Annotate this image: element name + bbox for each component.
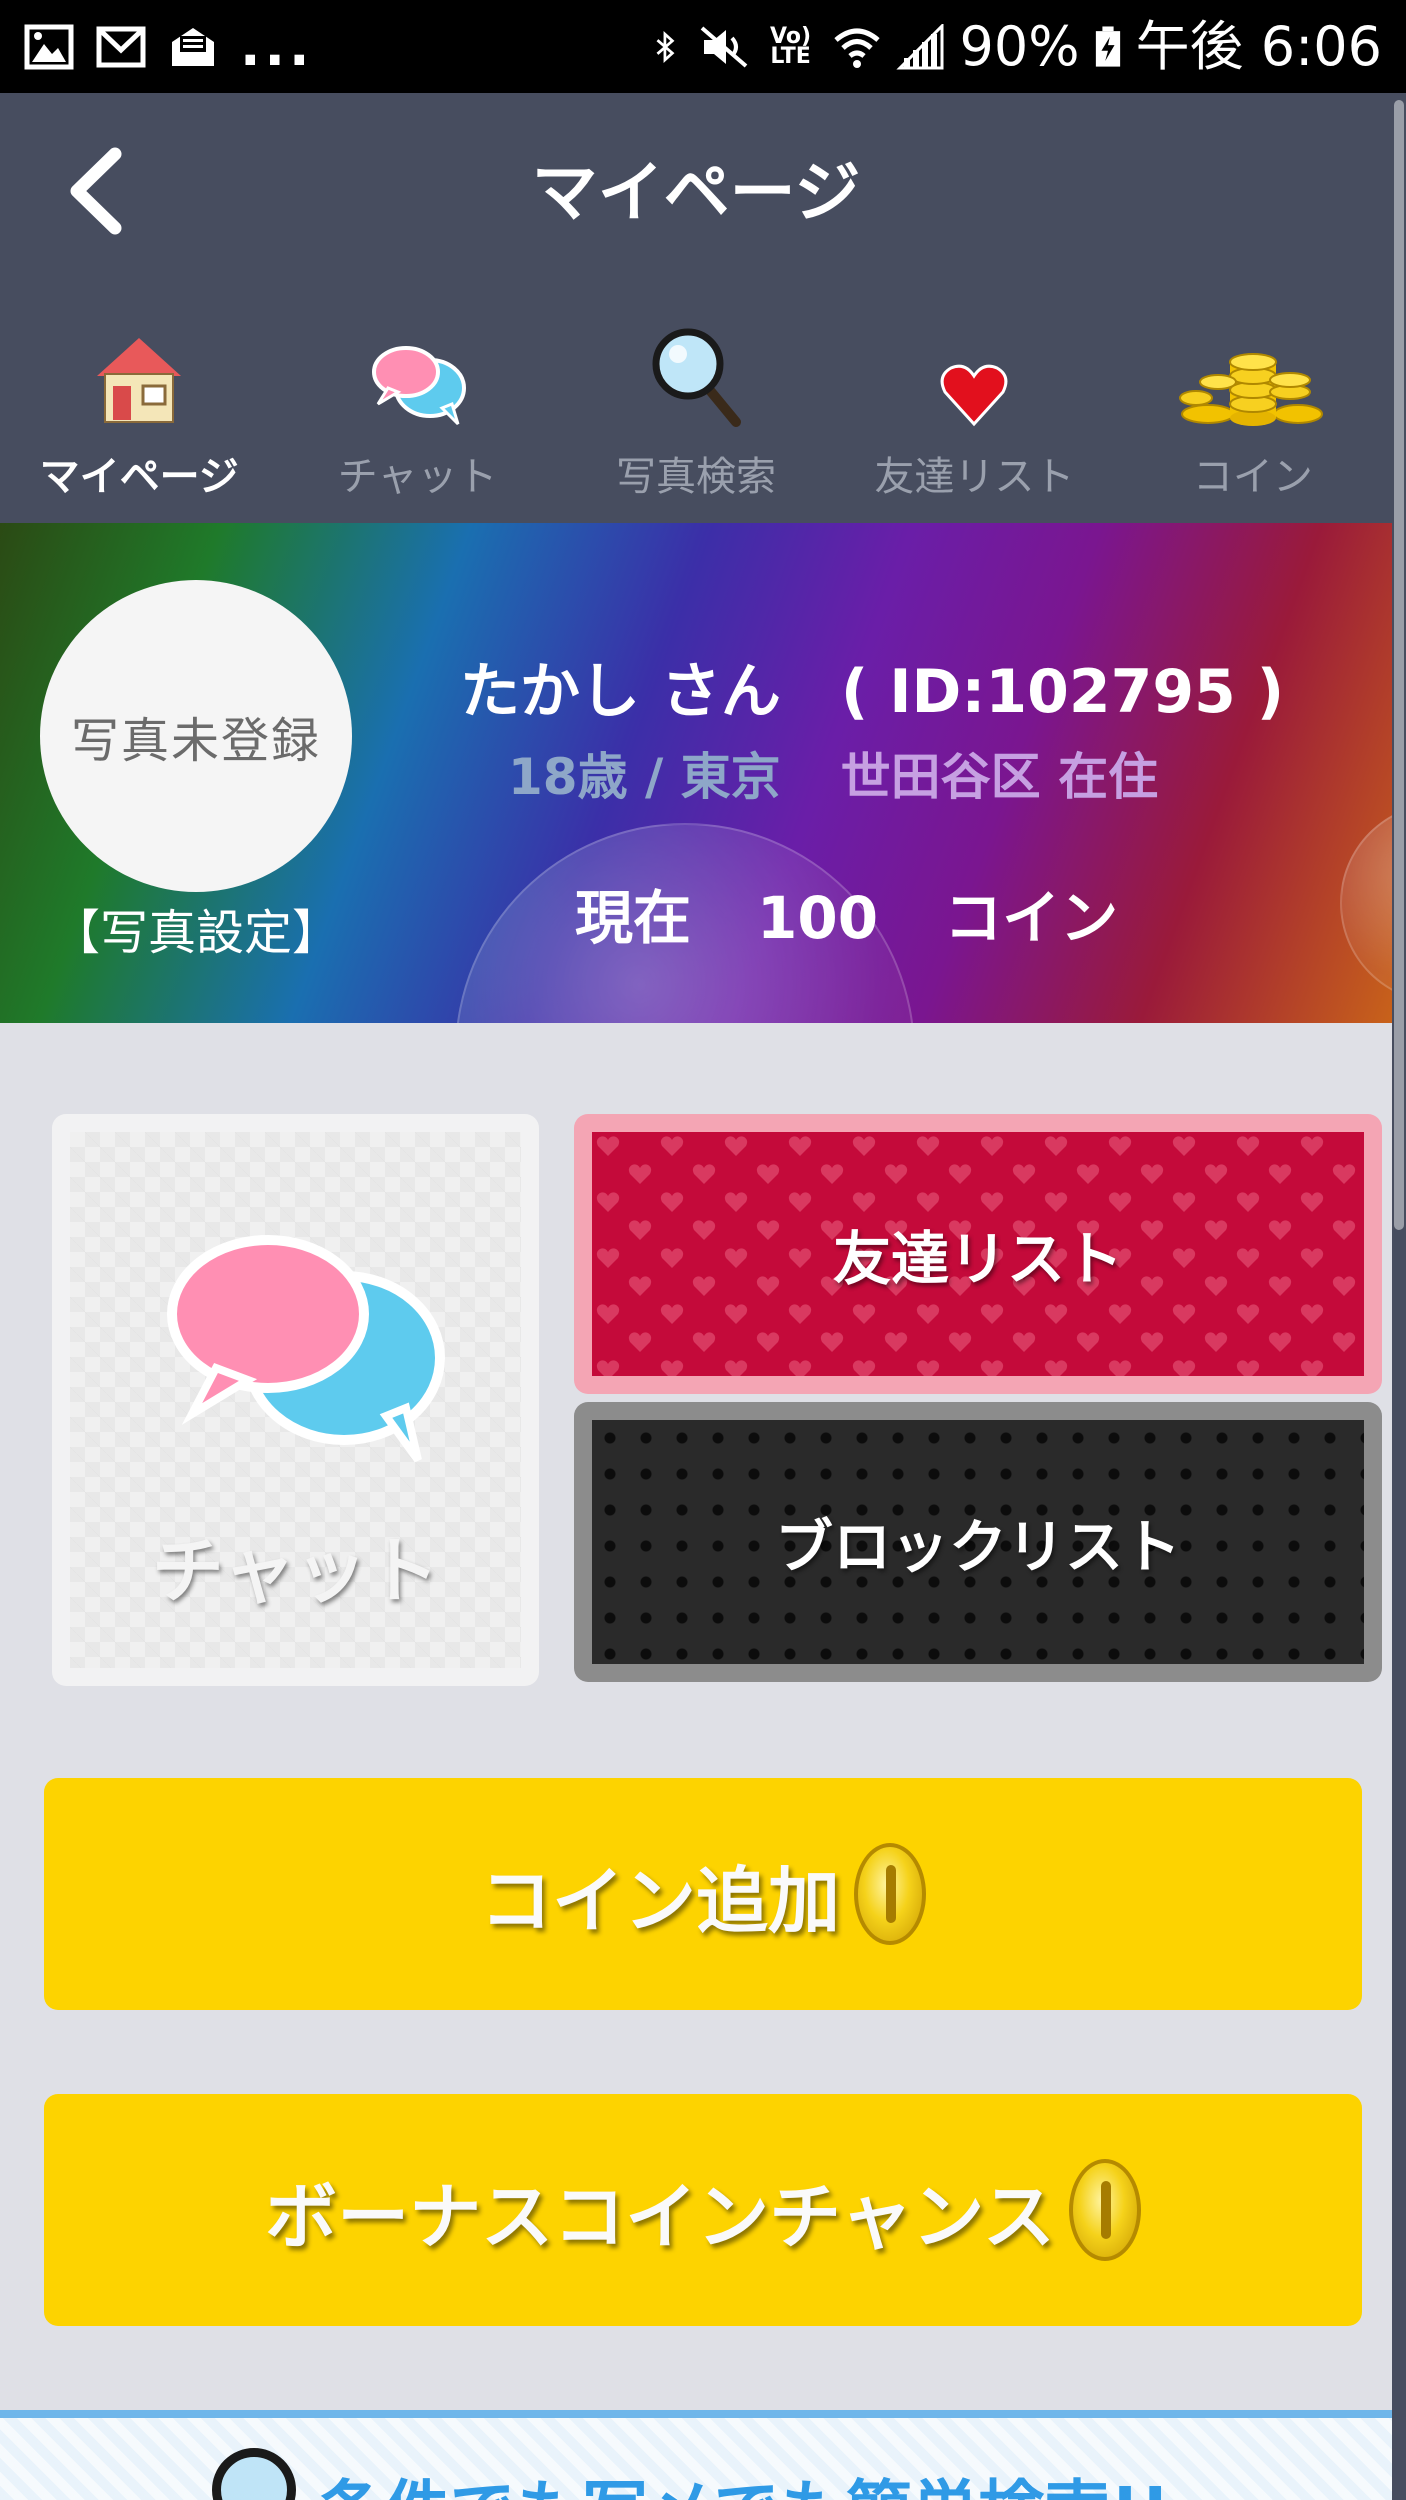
tab-label: 写真検索: [616, 454, 777, 500]
magnifier-icon: [652, 328, 742, 427]
coins-icon: [1178, 353, 1323, 426]
gallery-icon: [24, 24, 74, 69]
friend-list-label: 友達リスト: [832, 1225, 1123, 1293]
volte-indicator: Vo) LTE: [770, 23, 812, 69]
tab-chat[interactable]: チャット: [278, 318, 556, 518]
gmail-icon: [96, 26, 146, 67]
friend-list-pattern: 友達リスト: [592, 1132, 1364, 1376]
add-coin-button[interactable]: コイン追加: [44, 1778, 1362, 2010]
block-list-pattern: ブロックリスト: [592, 1420, 1364, 1664]
coin-icon: [854, 1843, 926, 1945]
tab-label: チャット: [337, 454, 498, 500]
search-banner-text: 条件でも写メでも簡単検索!!: [318, 2458, 1170, 2500]
chat-tile-label: チャット: [151, 1529, 440, 1613]
tab-label: マイページ: [39, 454, 239, 500]
tab-coin[interactable]: コイン: [1114, 318, 1392, 518]
tab-bar: マイページ チャット 写真検索 友達リスト コイン: [0, 318, 1392, 518]
mute-icon: [700, 25, 747, 68]
user-name-id: たかし さん ( ID:102795 ): [460, 657, 1285, 727]
decorative-bubble: [1340, 803, 1392, 1003]
user-location: 18歳 / 東京 世田谷区 在住: [508, 737, 1158, 809]
more-notifications: ...: [240, 14, 314, 78]
bonus-coin-label: ボーナスコインチャンス: [265, 2174, 1055, 2259]
add-coin-label: コイン追加: [479, 1858, 840, 1943]
mail-open-icon: [172, 27, 214, 66]
coin-balance-value: 100: [757, 884, 879, 952]
chat-bubbles-icon: [167, 1235, 445, 1463]
coin-balance: 現在 100 コイン: [575, 871, 1118, 955]
battery-charging-icon: [1095, 25, 1120, 67]
friend-list-tile[interactable]: 友達リスト: [574, 1114, 1382, 1394]
signal-icon: [895, 23, 944, 69]
residence-area: 世田谷区 在住: [840, 748, 1159, 806]
tab-label: 友達リスト: [874, 454, 1075, 500]
status-bar: ... Vo) LTE 90% 午後 6:06: [0, 0, 1406, 93]
tab-mypage[interactable]: マイページ: [0, 318, 278, 518]
chat-tile[interactable]: チャット: [52, 1114, 539, 1686]
tab-photo-search[interactable]: 写真検索: [557, 318, 835, 518]
coin-icon: [1068, 2159, 1141, 2261]
house-icon: [97, 338, 182, 423]
avatar[interactable]: 写真未登録: [40, 580, 352, 892]
heart-icon: [941, 364, 1008, 427]
page-title: マイページ: [531, 154, 861, 231]
block-list-tile[interactable]: ブロックリスト: [574, 1402, 1382, 1682]
app-header: マイページ マイページ チャット 写真検索 友達リスト コイン: [0, 93, 1392, 523]
battery-percent: 90%: [959, 14, 1080, 78]
coin-balance-prefix: 現在: [575, 884, 692, 952]
profile-banner: 写真未登録 【写真設定】 たかし さん ( ID:102795 ) 18歳 / …: [0, 523, 1392, 1023]
block-list-label: ブロックリスト: [774, 1513, 1181, 1581]
age-prefecture: 18歳 / 東京: [508, 748, 781, 806]
photo-setting-link[interactable]: 【写真設定】: [0, 893, 392, 963]
scrollbar-thumb[interactable]: [1394, 100, 1404, 1230]
tab-friends[interactable]: 友達リスト: [835, 318, 1113, 518]
tab-label: コイン: [1192, 454, 1313, 500]
bonus-coin-button[interactable]: ボーナスコインチャンス: [44, 2094, 1362, 2326]
clock: 午後 6:06: [1135, 14, 1382, 78]
magnifier-icon: [212, 2448, 296, 2500]
avatar-placeholder-text: 写真未登録: [70, 713, 321, 769]
bluetooth-icon: [656, 30, 674, 63]
chat-bubbles-icon: [371, 346, 466, 426]
coin-balance-suffix: コイン: [944, 884, 1119, 952]
wifi-icon: [833, 28, 880, 68]
search-banner[interactable]: 条件でも写メでも簡単検索!!: [0, 2410, 1392, 2500]
